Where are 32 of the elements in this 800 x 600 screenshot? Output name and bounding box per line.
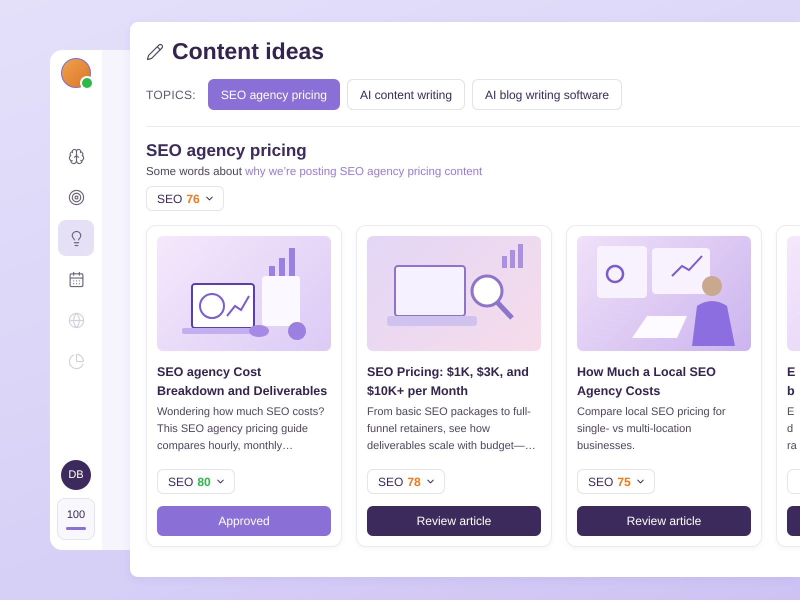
card-title: How Much a Local SEO Agency Costs [577, 364, 717, 400]
topic-tab[interactable]: AI content writing [346, 79, 465, 110]
seo-score-dropdown[interactable]: SEO 78 [367, 469, 445, 494]
avatar[interactable] [61, 58, 91, 88]
seo-score-dropdown[interactable]: SEO 80 [157, 469, 235, 494]
card-title-fragment: b [787, 383, 796, 400]
user-avatar[interactable]: DB [61, 460, 91, 490]
section-heading: SEO agency pricing [146, 141, 308, 161]
lightbulb-icon[interactable] [58, 220, 94, 256]
pencil-icon [146, 42, 164, 60]
card-description: Wondering how much SEO costs? This SEO agency pricing guide compares hourly, monthly… [157, 405, 326, 454]
page-title: Content ideas [172, 38, 324, 65]
review-button[interactable]: Review article [577, 506, 751, 536]
topic-tab[interactable]: SEO agency pricing [208, 79, 340, 110]
credits-count: 100 [66, 508, 86, 520]
approved-button[interactable]: Approved [157, 506, 331, 536]
card-description-fragment: d [787, 422, 794, 437]
card-title: SEO agency Cost Breakdown and Deliverables [157, 364, 328, 400]
credits-bar [66, 526, 86, 530]
card-description: Compare local SEO pricing for single- vs multi-location businesses. [577, 405, 727, 454]
card-description-fragment: E [787, 405, 796, 420]
topic-tab[interactable]: AI blog writing software [472, 79, 622, 110]
review-button[interactable]: Review article [367, 506, 541, 536]
card-title: SEO Pricing: $1K, $3K, and $10K+ per Month [367, 364, 530, 400]
card-description-fragment: ra [787, 439, 798, 454]
status-dot [80, 76, 94, 90]
section-description: Some words about why we’re posting SEO agency pricing content [146, 166, 484, 178]
seo-score-dropdown[interactable]: SEO 75 [577, 469, 655, 494]
card-title-fragment: E [787, 364, 796, 381]
card-description: From basic SEO packages to full-funnel retainers, see how deliverables scale with budget—… [367, 405, 537, 454]
seo-score-dropdown[interactable]: SEO 76 [146, 186, 224, 211]
topics-label: TOPICS: [146, 88, 196, 102]
